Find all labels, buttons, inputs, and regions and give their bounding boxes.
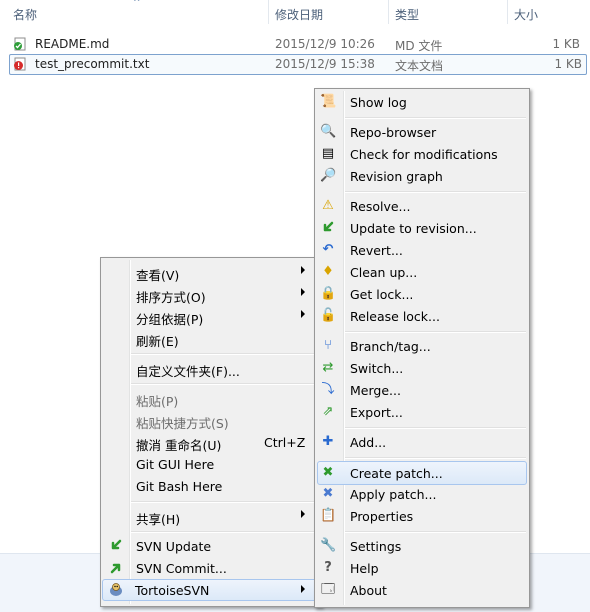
submenu-arrow-icon xyxy=(301,288,305,296)
menu-item-svn-update[interactable]: SVN Update xyxy=(103,535,319,557)
export-icon: ⇗ xyxy=(322,404,334,419)
submenu-arrow-icon xyxy=(301,585,305,593)
file-size: 1 KB xyxy=(552,37,580,51)
column-header: ^ 名称 修改日期 类型 大小 xyxy=(0,0,590,24)
menu-item-view[interactable]: 查看(V) xyxy=(103,261,319,283)
svn-menu-about[interactable]: 🗔 About xyxy=(317,579,527,601)
tortoisesvn-submenu: 📜 Show log 🔍 Repo-browser ▤ Check for mo… xyxy=(314,88,530,608)
svn-menu-clean-up[interactable]: ♦ Clean up... xyxy=(317,261,527,283)
svn-menu-help[interactable]: ? Help xyxy=(317,557,527,579)
svn-menu-revert[interactable]: ↶ Revert... xyxy=(317,239,527,261)
svn-menu-add[interactable]: ✚ Add... xyxy=(317,431,527,453)
explorer-context-menu: 查看(V) 排序方式(O) 分组依据(P) 刷新(E) 自定义文件夹(F)...… xyxy=(100,257,322,607)
svn-menu-check-modifications[interactable]: ▤ Check for modifications xyxy=(317,143,527,165)
sort-ascending-icon: ^ xyxy=(133,0,141,8)
add-icon: ✚ xyxy=(322,434,334,449)
submenu-arrow-icon xyxy=(301,310,305,318)
branch-tag-icon: ⑂ xyxy=(324,338,332,353)
settings-wrench-icon: 🔧 xyxy=(320,538,337,553)
svn-menu-create-patch[interactable]: ✖ Create patch... xyxy=(317,461,527,485)
svn-modified-file-icon xyxy=(14,57,26,71)
svn-menu-get-lock[interactable]: 🔒 Get lock... xyxy=(317,283,527,305)
resolve-icon: ⚠ xyxy=(322,198,334,213)
svn-menu-settings[interactable]: 🔧 Settings xyxy=(317,535,527,557)
about-icon: 🗔 xyxy=(320,582,336,597)
menu-item-group-by[interactable]: 分组依据(P) xyxy=(103,305,319,327)
svn-menu-release-lock[interactable]: 🔓 Release lock... xyxy=(317,305,527,327)
menu-item-git-gui[interactable]: Git GUI Here xyxy=(103,453,319,475)
column-type[interactable]: 类型 xyxy=(395,6,419,23)
menu-item-paste[interactable]: 粘贴(P) xyxy=(103,387,319,409)
submenu-arrow-icon xyxy=(301,266,305,274)
svn-menu-properties[interactable]: 📋 Properties xyxy=(317,505,527,527)
file-row-readme[interactable]: README.md 2015/12/9 10:26 MD 文件 1 KB xyxy=(0,34,590,54)
submenu-arrow-icon xyxy=(301,510,305,518)
svn-normal-file-icon xyxy=(14,37,26,51)
column-size[interactable]: 大小 xyxy=(514,6,538,23)
svn-menu-update-to-revision[interactable]: Update to revision... xyxy=(317,217,527,239)
menu-item-tortoisesvn[interactable]: TortoiseSVN xyxy=(102,579,320,601)
menu-item-refresh[interactable]: 刷新(E) xyxy=(103,327,319,349)
file-date: 2015/12/9 15:38 xyxy=(275,57,375,71)
svn-menu-export[interactable]: ⇗ Export... xyxy=(317,401,527,423)
menu-item-git-bash[interactable]: Git Bash Here xyxy=(103,475,319,497)
svn-menu-repo-browser[interactable]: 🔍 Repo-browser xyxy=(317,121,527,143)
clean-up-icon: ♦ xyxy=(322,264,334,279)
create-patch-icon: ✖ xyxy=(322,465,334,480)
svn-menu-branch-tag[interactable]: ⑂ Branch/tag... xyxy=(317,335,527,357)
column-name[interactable]: 名称 xyxy=(13,6,37,23)
file-row-test-precommit[interactable]: test_precommit.txt 2015/12/9 15:38 文本文档 … xyxy=(9,54,587,75)
svn-menu-apply-patch[interactable]: ✖ Apply patch... xyxy=(317,483,527,505)
properties-icon: 📋 xyxy=(320,508,337,523)
file-size: 1 KB xyxy=(554,57,582,71)
merge-icon: ⤵ xyxy=(321,382,335,397)
svn-menu-resolve[interactable]: ⚠ Resolve... xyxy=(317,195,527,217)
menu-item-paste-shortcut[interactable]: 粘贴快捷方式(S) xyxy=(103,409,319,431)
file-name: README.md xyxy=(35,37,110,51)
lock-icon: 🔒 xyxy=(320,286,337,301)
undo-shortcut: Ctrl+Z xyxy=(264,435,306,450)
file-date: 2015/12/9 10:26 xyxy=(275,37,375,51)
file-type: MD 文件 xyxy=(395,39,443,53)
unlock-icon: 🔓 xyxy=(320,308,337,323)
tortoisesvn-icon xyxy=(110,583,122,596)
update-to-revision-icon xyxy=(323,221,334,232)
show-log-icon: 📜 xyxy=(320,94,337,109)
menu-item-svn-commit[interactable]: SVN Commit... xyxy=(103,557,319,579)
menu-item-share[interactable]: 共享(H) xyxy=(103,505,319,527)
revision-graph-icon: 🔎 xyxy=(320,168,337,183)
file-name: test_precommit.txt xyxy=(35,57,150,71)
revert-icon: ↶ xyxy=(322,242,334,257)
svn-update-icon xyxy=(111,539,122,550)
menu-item-customize-folder[interactable]: 自定义文件夹(F)... xyxy=(103,357,319,379)
svn-menu-show-log[interactable]: 📜 Show log xyxy=(317,91,527,113)
svn-menu-revision-graph[interactable]: 🔎 Revision graph xyxy=(317,165,527,187)
repo-browser-icon: 🔍 xyxy=(320,124,337,139)
file-type: 文本文档 xyxy=(395,59,444,73)
svn-menu-merge[interactable]: ⤵ Merge... xyxy=(317,379,527,401)
menu-item-undo-rename[interactable]: 撤消 重命名(U) Ctrl+Z xyxy=(103,431,319,453)
apply-patch-icon: ✖ xyxy=(322,486,334,501)
check-modifications-icon: ▤ xyxy=(321,146,335,161)
column-date[interactable]: 修改日期 xyxy=(275,6,323,23)
help-icon: ? xyxy=(324,560,332,575)
svn-commit-icon xyxy=(110,563,121,574)
svn-menu-switch[interactable]: ⇄ Switch... xyxy=(317,357,527,379)
menu-item-sort-by[interactable]: 排序方式(O) xyxy=(103,283,319,305)
switch-icon: ⇄ xyxy=(322,360,334,375)
